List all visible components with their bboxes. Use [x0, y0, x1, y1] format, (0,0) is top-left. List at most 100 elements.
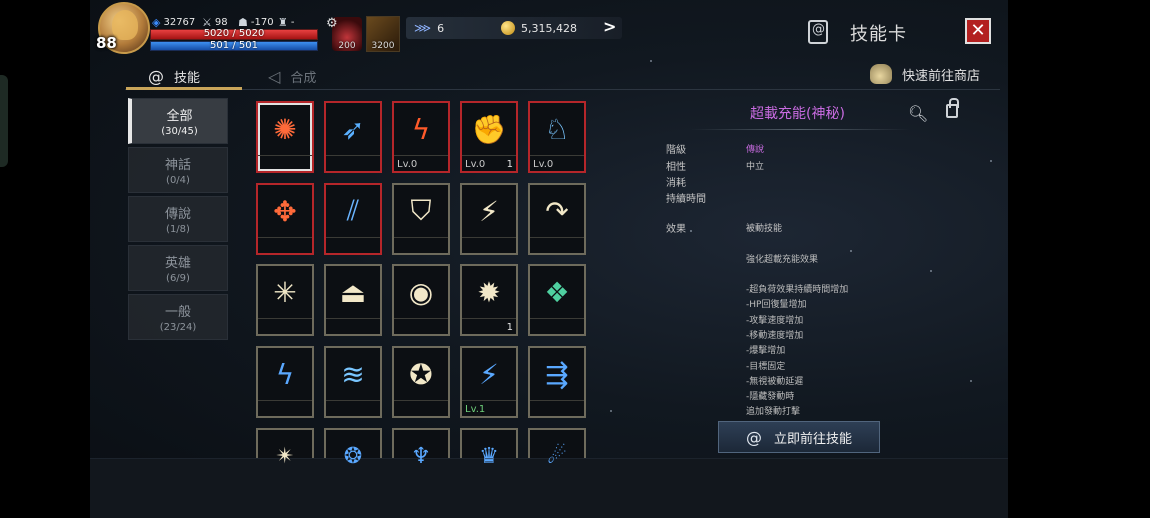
cross-burst-icon: ✥	[273, 194, 297, 228]
lock-icon[interactable]	[946, 98, 959, 118]
eye-icon: ◉	[408, 275, 434, 309]
skill-card[interactable]: ❖	[528, 264, 586, 336]
tab-skills[interactable]: @ 技能	[148, 63, 200, 89]
page-title: 技能卡	[850, 24, 907, 45]
skill-card[interactable]: ✊ Lv.0 1	[460, 101, 518, 173]
frost-crown-icon: ♛	[479, 443, 499, 469]
lightning-icon: ⚡	[479, 194, 499, 228]
duration-label: 持續時間	[666, 194, 706, 205]
search-icon[interactable]: 🔍︎	[908, 104, 928, 123]
description-bullet: 追加發動打擊	[746, 407, 801, 417]
phone-margin	[1008, 0, 1150, 518]
quick-shop-link[interactable]: 快速前往商店	[870, 64, 980, 84]
blue-sigil-icon: ❂	[343, 443, 363, 469]
description-bullet: -爆擊增加	[746, 346, 786, 356]
effect-label: 效果	[666, 224, 686, 235]
screen: 88 ◈ 32767 ⚔ 98 ☗ -170 ♜ - 5020 / 5020 501 /…	[0, 0, 1150, 518]
description-bullet: -攻擊速度增加	[746, 316, 804, 326]
storm-strike-icon: ⇶	[545, 357, 569, 391]
blade-storm-icon: ⫽	[346, 194, 360, 227]
hp-bar: 5020 / 5020	[150, 28, 318, 40]
green-leaf-icon: ❖	[544, 275, 570, 309]
currency-expand-arrow-icon[interactable]: >	[603, 17, 616, 36]
skill-card[interactable]: ✴	[256, 428, 314, 469]
wing-icon: ⋙	[414, 21, 432, 35]
skill-card[interactable]: ✪	[392, 346, 450, 418]
description-bullet: -HP回復量增加	[746, 300, 807, 310]
blue-bolt-icon: ϟ	[275, 357, 295, 391]
description-bullet: -無視被動延遲	[746, 377, 804, 387]
burst-sigil-icon: ✺	[273, 112, 297, 146]
shield-figure-icon: ♘	[544, 112, 570, 146]
category-mythic[interactable]: 神話 (0/4)	[128, 147, 228, 193]
skill-card[interactable]: ✺	[256, 101, 314, 173]
skill-card[interactable]: ➶	[324, 101, 382, 173]
category-normal[interactable]: 一般 (23/24)	[128, 294, 228, 340]
skill-card[interactable]: ✳	[256, 264, 314, 336]
skill-card[interactable]: ◉	[392, 264, 450, 336]
title-divider	[690, 129, 910, 130]
gold-coin-icon	[501, 21, 515, 35]
effect-value: 被動技能	[746, 224, 783, 234]
swirl-icon: @	[148, 66, 164, 86]
go-to-skill-button[interactable]: @ 立即前往技能	[718, 421, 880, 453]
phone-edge-handle	[0, 75, 8, 167]
skill-card[interactable]: ✥	[256, 183, 314, 255]
money-bag-icon	[870, 64, 892, 84]
tabs-divider	[125, 89, 1000, 90]
skill-card[interactable]: ≋	[324, 346, 382, 418]
skill-card[interactable]: ⏏	[324, 264, 382, 336]
category-legendary[interactable]: 傳說 (1/8)	[128, 196, 228, 242]
gear-icon[interactable]: ⚙	[326, 16, 338, 31]
skill-card[interactable]: ϟ Lv.0	[392, 101, 450, 173]
arrow-icon: ◁	[268, 66, 281, 86]
active-tab-underline	[126, 87, 242, 90]
category-hero[interactable]: 英雄 (6/9)	[128, 245, 228, 291]
altar-icon: ⏏	[339, 275, 367, 309]
shield-icon: ⛉	[410, 194, 432, 227]
mp-bar: 501 / 501	[150, 40, 318, 51]
fire-lightning-icon: ϟ	[411, 112, 431, 146]
skill-card[interactable]: ♆	[392, 428, 450, 469]
swirl-icon: @	[745, 427, 762, 447]
skill-card[interactable]: ☄	[528, 428, 586, 469]
blue-flame-icon: ☄	[547, 443, 567, 469]
skill-card[interactable]: ⚡	[460, 183, 518, 255]
category-all[interactable]: 全部 (30/45)	[128, 98, 228, 144]
chain-lightning-icon: ≋	[341, 357, 365, 391]
close-button[interactable]: ✕	[965, 18, 991, 44]
rarity-value: 傳說	[746, 145, 765, 155]
description-bullet: -超負荷效果持續時間增加	[746, 285, 849, 295]
skill-card[interactable]: ⛉	[392, 183, 450, 255]
description-bullet: -目標固定	[746, 362, 786, 372]
wings-currency: ⋙ 6	[414, 21, 445, 35]
player-level: 88	[96, 34, 117, 52]
item-quickslot[interactable]: 3200	[366, 16, 400, 52]
skill-card[interactable]: ♛	[460, 428, 518, 469]
skill-card[interactable]: ϟ	[256, 346, 314, 418]
skill-name: 超載充能(神秘)	[750, 106, 845, 122]
rarity-label: 階級	[666, 145, 686, 156]
starburst-icon: ✳	[273, 275, 297, 309]
skill-card[interactable]: ⇶	[528, 346, 586, 418]
star-circle-icon: ✪	[409, 357, 433, 391]
charge-dash-icon: ➶	[341, 112, 365, 146]
skill-card[interactable]: ✹ 1	[460, 264, 518, 336]
skill-card[interactable]: ⫽	[324, 183, 382, 255]
fire-fist-icon: ✊	[471, 112, 507, 146]
skill-card[interactable]: ♘ Lv.0	[528, 101, 586, 173]
skill-card[interactable]: ↷	[528, 183, 586, 255]
skill-card-icon	[808, 20, 828, 44]
description-intro: 強化超載充能效果	[746, 255, 819, 265]
gold-currency: 5,315,428	[501, 21, 577, 35]
fist-burst-icon: ✹	[477, 275, 501, 309]
tree-icon: ♆	[411, 443, 431, 469]
game-view: 88 ◈ 32767 ⚔ 98 ☗ -170 ♜ - 5020 / 5020 501 /…	[90, 0, 1008, 518]
cost-label: 消耗	[666, 178, 686, 189]
skill-card[interactable]: ❂	[324, 428, 382, 469]
skill-card[interactable]: ⚡ Lv.1	[460, 346, 518, 418]
overload-charge-icon: ⚡	[479, 357, 499, 391]
description-bullet: -隱藏發動時	[746, 392, 795, 402]
tab-synthesis[interactable]: ◁ 合成	[268, 63, 316, 89]
affinity-label: 相性	[666, 162, 686, 173]
